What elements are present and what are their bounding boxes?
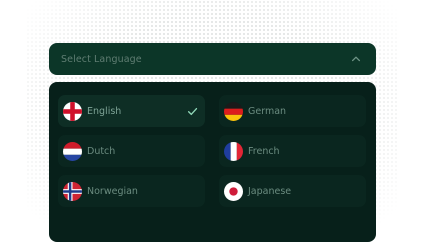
language-option-label: French [248, 145, 280, 157]
language-option-label: German [248, 105, 287, 117]
flag-england-icon [63, 101, 82, 121]
language-select[interactable]: Select Language [49, 43, 376, 75]
language-option-french[interactable]: French [219, 135, 366, 167]
language-option-german[interactable]: German [219, 95, 366, 127]
flag-japan-icon [224, 181, 243, 201]
language-option-label: Japanese [248, 185, 292, 197]
chevron-up-icon [351, 56, 361, 62]
flag-norway-icon [63, 181, 82, 201]
language-select-placeholder: Select Language [61, 53, 142, 65]
language-option-label: English [87, 105, 122, 117]
flag-germany-icon [224, 101, 243, 121]
language-menu: English German Dutch French Norwegian Ja… [49, 82, 376, 242]
language-option-english[interactable]: English [58, 95, 205, 127]
flag-netherlands-icon [63, 141, 82, 161]
language-option-dutch[interactable]: Dutch [58, 135, 205, 167]
flag-france-icon [224, 141, 243, 161]
language-option-norwegian[interactable]: Norwegian [58, 175, 205, 207]
language-option-label: Dutch [87, 145, 116, 157]
check-icon [187, 107, 198, 115]
language-option-japanese[interactable]: Japanese [219, 175, 366, 207]
language-option-label: Norwegian [87, 185, 138, 197]
